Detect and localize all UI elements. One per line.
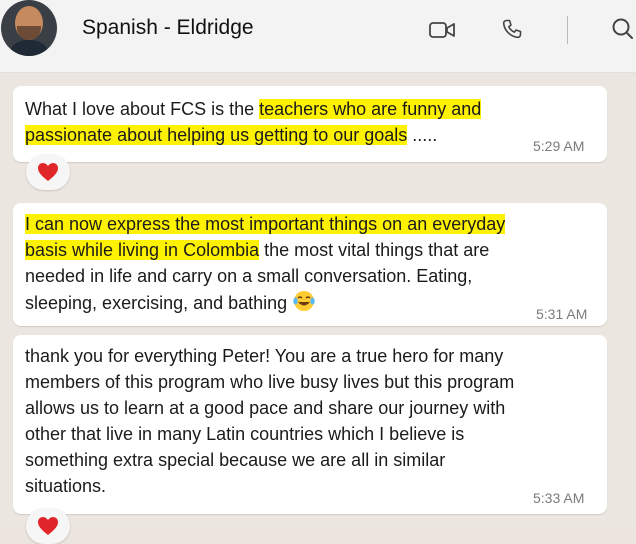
search-icon[interactable] (610, 16, 636, 42)
tears-of-joy-emoji (293, 291, 315, 311)
message-line: basis while living in Colombia the most … (25, 237, 595, 263)
message-line: needed in life and carry on a small conv… (25, 263, 595, 289)
message-text: I can now express the most important thi… (25, 211, 595, 316)
reaction-badge[interactable] (26, 154, 70, 190)
message-timestamp: 5:33 AM (533, 490, 585, 506)
heart-icon (38, 163, 58, 181)
highlighted-text: basis while living in Colombia (25, 240, 260, 260)
message-timestamp: 5:29 AM (533, 138, 585, 154)
avatar-beard (17, 26, 41, 40)
message-fragment: sleeping, exercising, and bathing (25, 293, 288, 313)
message-timestamp: 5:31 AM (536, 306, 588, 322)
message-line: other that live in many Latin countries … (25, 424, 465, 444)
highlighted-text: I can now express the most important thi… (25, 214, 506, 234)
message-bubble[interactable]: thank you for everything Peter! You are … (13, 335, 607, 514)
message-line: sleeping, exercising, and bathing (25, 289, 595, 316)
message-line: something extra special because we are a… (25, 450, 446, 470)
message-fragment: the most vital things that are (259, 240, 490, 260)
highlighted-text: teachers who are funny and (259, 99, 482, 119)
message-bubble[interactable]: What I love about FCS is the teachers wh… (13, 86, 607, 162)
heart-icon (38, 517, 58, 535)
message-line: I can now express the most important thi… (25, 211, 595, 237)
avatar[interactable] (1, 0, 57, 56)
avatar-shirt (7, 40, 51, 56)
chat-title[interactable]: Spanish - Eldridge (82, 16, 254, 40)
message-bubble[interactable]: I can now express the most important thi… (13, 203, 607, 326)
phone-icon[interactable] (500, 17, 524, 41)
highlighted-text: passionate about helping us getting to o… (25, 125, 408, 145)
message-line: thank you for everything Peter! You are … (25, 346, 504, 366)
message-fragment: ..... (407, 125, 438, 145)
message-line: What I love about FCS is the teachers wh… (25, 96, 545, 122)
message-line: members of this program who live busy li… (25, 372, 515, 392)
message-line: allows us to learn at a good pace and sh… (25, 398, 506, 418)
header-divider (567, 16, 568, 44)
message-fragment: needed in life and carry on a small conv… (25, 266, 473, 286)
video-camera-icon[interactable] (428, 20, 456, 40)
message-line: situations. (25, 476, 107, 496)
message-text: thank you for everything Peter! You are … (25, 343, 600, 499)
reaction-badge[interactable] (26, 508, 70, 544)
message-fragment: What I love about FCS is the (25, 99, 260, 119)
message-line: passionate about helping us getting to o… (25, 122, 545, 148)
chat-header: Spanish - Eldridge (0, 0, 636, 73)
message-text: What I love about FCS is the teachers wh… (25, 96, 545, 148)
